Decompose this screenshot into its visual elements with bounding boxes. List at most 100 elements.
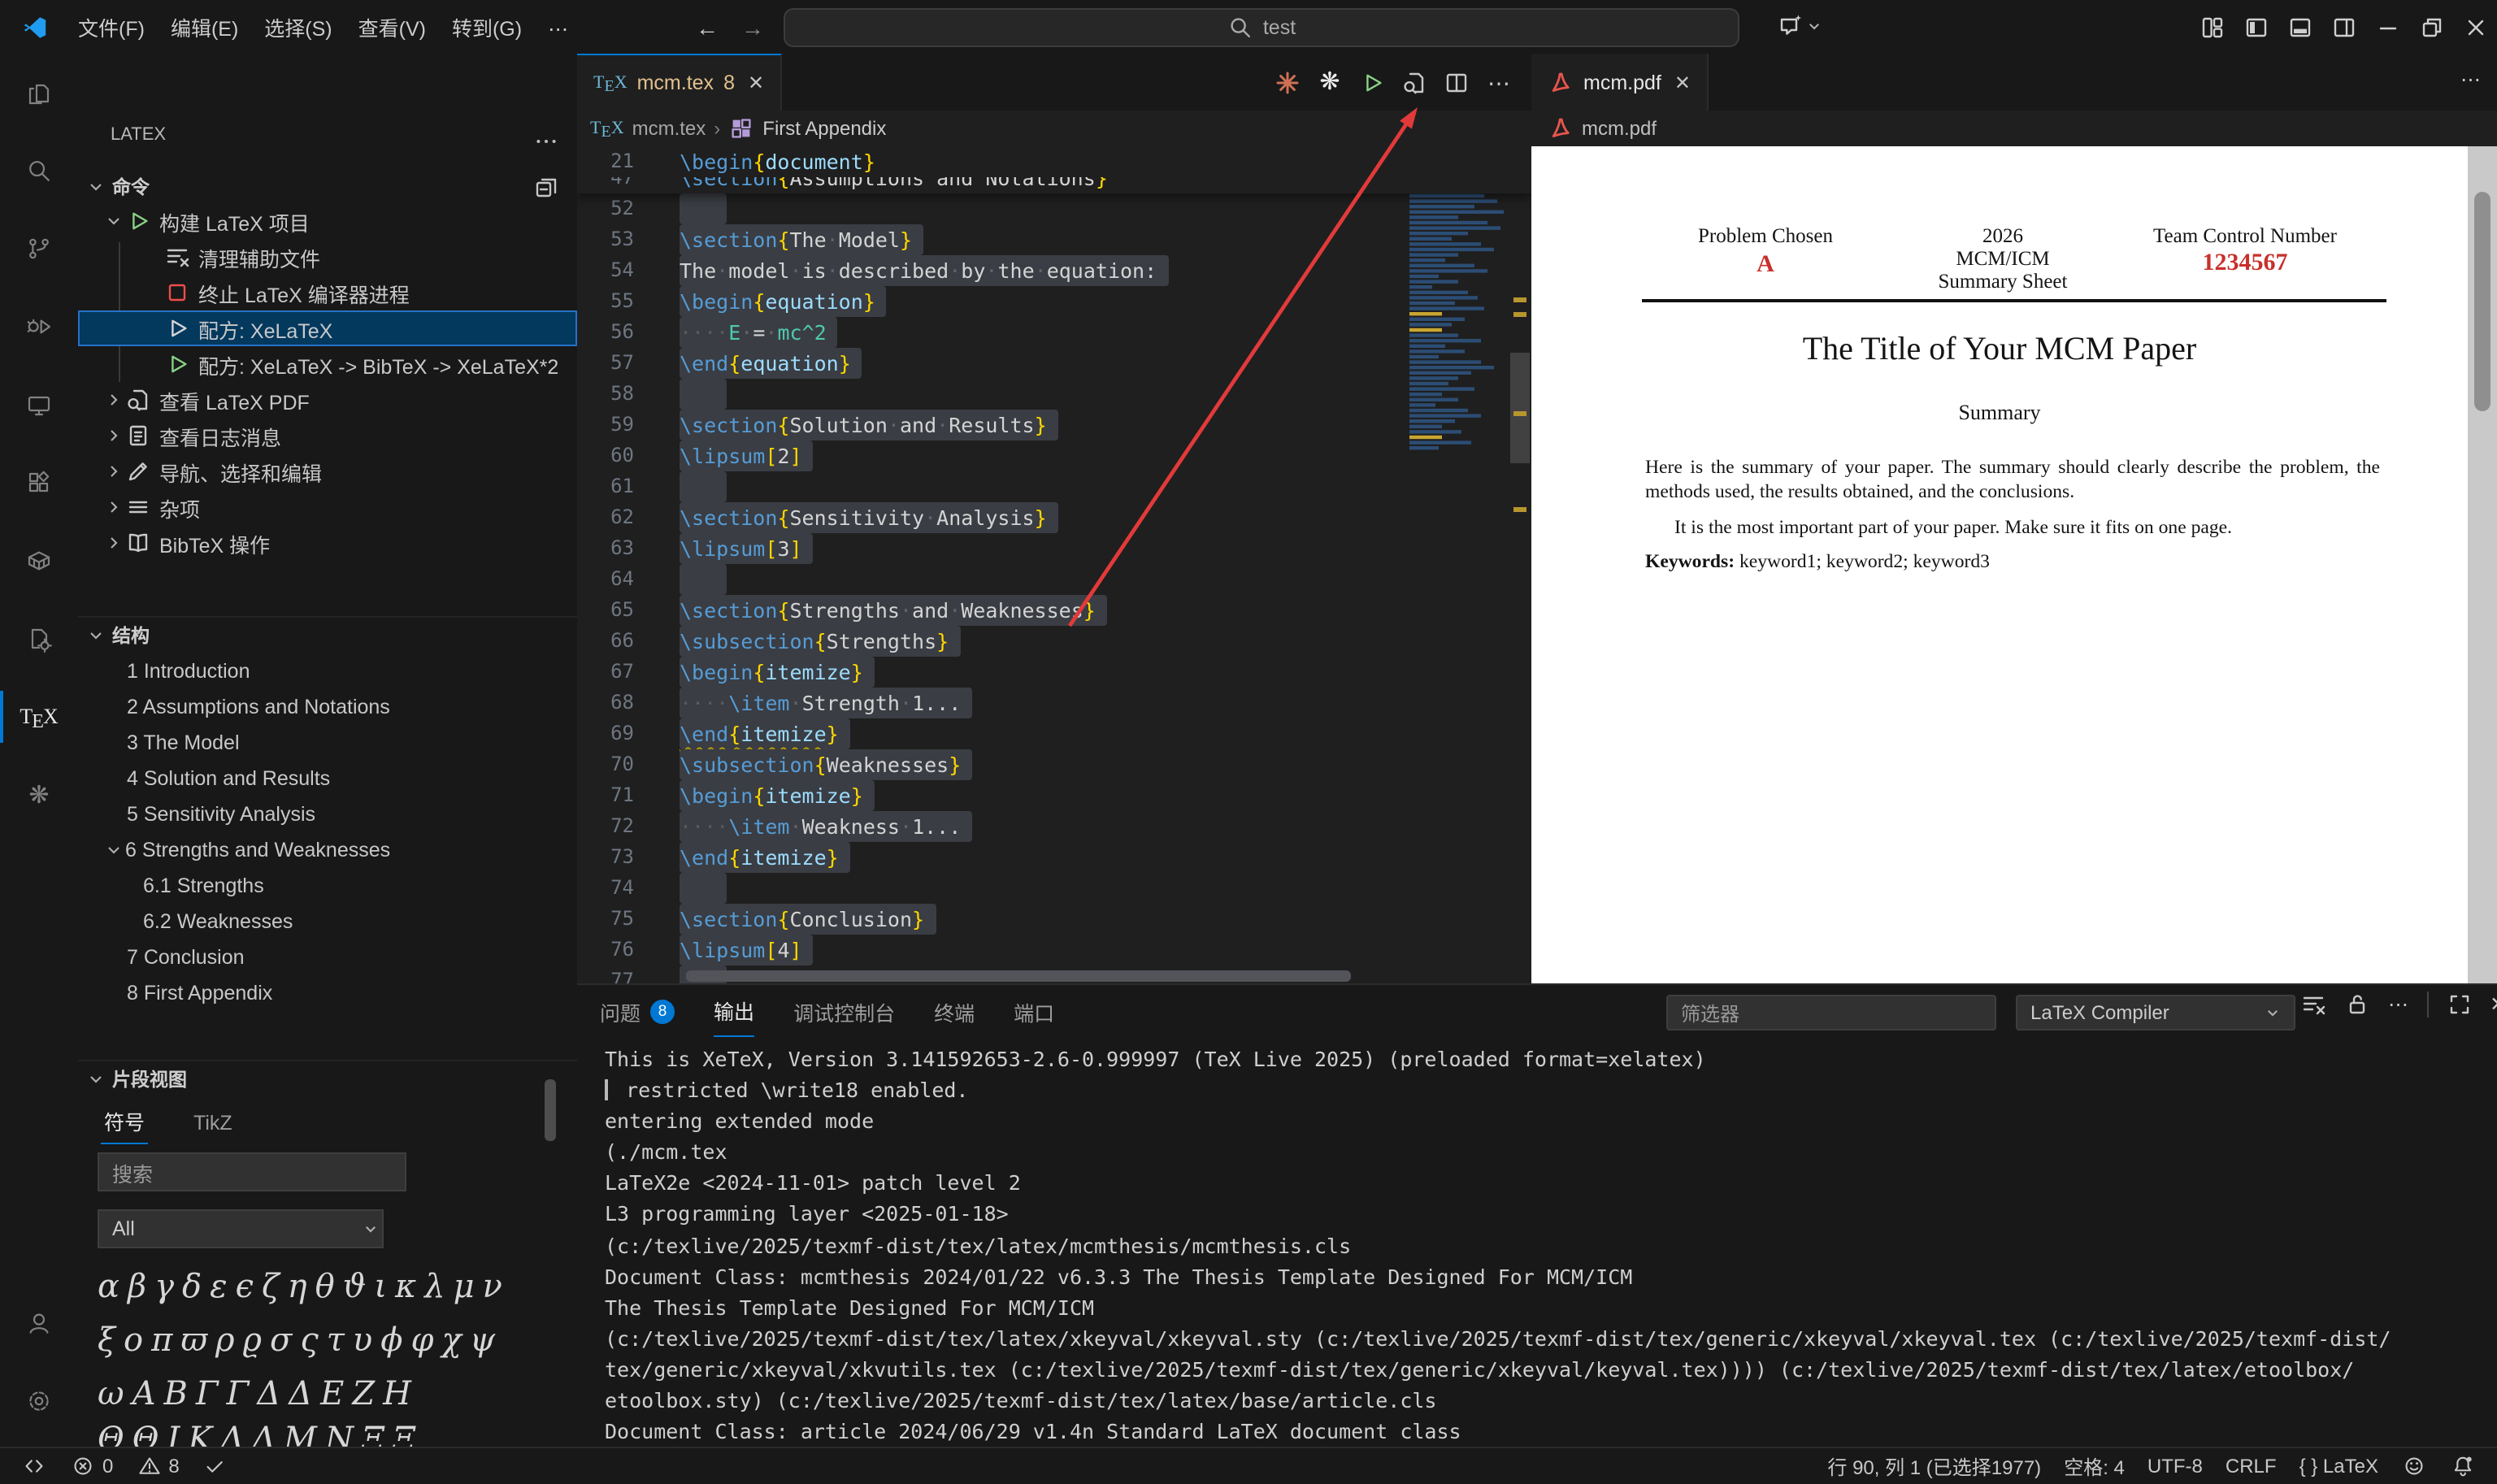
copilot-chat-button[interactable] (1777, 13, 1826, 39)
pdf-preview-page[interactable]: Problem Chosen A 2026 MCM/ICM Summary Sh… (1531, 146, 2468, 983)
code-line[interactable]: 54 The·model·is·described·by·the·equation… (577, 255, 1531, 286)
customize-layout-icon[interactable] (2190, 0, 2234, 54)
section-snippet-view[interactable]: 片段视图 (78, 1060, 577, 1097)
activity-cpp-tools[interactable] (0, 600, 78, 678)
code-line[interactable]: 47 \section{Assumptions and Notations} (577, 177, 1531, 193)
sticky-scroll[interactable]: 21 \begin{document} 47 \section{Assumption… (577, 146, 1531, 193)
tree-item[interactable]: 构建 LaTeX 项目 (78, 203, 577, 239)
tree-item[interactable]: 清理辅助文件 (78, 239, 577, 275)
view-latex-pdf-icon[interactable] (1401, 69, 1427, 95)
code-line[interactable]: 60 \lipsum[2] (577, 440, 1531, 471)
command-center[interactable]: test (784, 8, 1739, 47)
code-line[interactable]: 57 \end{equation} (577, 348, 1531, 379)
code-line[interactable]: 55 \begin{equation} (577, 286, 1531, 317)
clear-output-icon[interactable] (2300, 992, 2326, 1018)
tree-item[interactable]: 终止 LaTeX 编译器进程 (78, 275, 577, 310)
panel-tab-端口[interactable]: 端口 (1014, 986, 1054, 1036)
code-line[interactable]: 58 (577, 379, 1531, 410)
close-panel-icon[interactable]: ✕ (2490, 994, 2497, 1015)
activity-run-and-debug[interactable] (0, 288, 78, 366)
activity-source-control[interactable] (0, 210, 78, 288)
code-line[interactable]: 21 \begin{document} (577, 146, 1531, 177)
menu-item-0[interactable]: 文件(F) (65, 13, 158, 46)
more-actions-icon[interactable]: ⋯ (1486, 69, 1512, 95)
tree-item[interactable]: 1 Introduction (78, 653, 577, 689)
activity-search[interactable] (0, 132, 78, 210)
snippet-category-select[interactable]: All (98, 1209, 384, 1248)
status-format-check[interactable] (194, 1448, 237, 1484)
tab-mcm-tex[interactable]: TEX mcm.tex 8 ✕ (577, 54, 783, 111)
code-line[interactable]: 74 (577, 873, 1531, 904)
code-line[interactable]: 61 (577, 471, 1531, 502)
panel-tab-问题[interactable]: 问题 8 (600, 986, 675, 1036)
tree-item[interactable]: 6.2 Weaknesses (78, 904, 577, 939)
maximize-panel-icon[interactable] (2446, 992, 2472, 1018)
back-icon[interactable]: ← (696, 15, 719, 38)
more-actions-icon[interactable]: ⋯ (2388, 994, 2408, 1015)
section-commands[interactable]: 命令 (78, 169, 577, 205)
minimize-icon[interactable] (2365, 0, 2409, 54)
more-actions-icon[interactable]: ⋯ (2460, 70, 2481, 90)
symbol-row[interactable]: ΘΘIKΛΛMNΞΞ (98, 1419, 553, 1447)
code-line[interactable]: 59 \section{Solution·and·Results} (577, 410, 1531, 440)
section-structure[interactable]: 结构 (78, 616, 577, 653)
tree-item[interactable]: 配方: XeLaTeX -> BibTeX -> XeLaTeX*2 (78, 346, 577, 382)
tree-item[interactable]: 4 Solution and Results (78, 761, 577, 796)
overview-ruler[interactable] (1509, 146, 1531, 983)
code-line[interactable]: 53 \section{The·Model} (577, 224, 1531, 255)
more-actions-icon[interactable] (533, 128, 559, 154)
code-line[interactable]: 70 \subsection{Weaknesses} (577, 749, 1531, 780)
close-icon[interactable]: ✕ (748, 72, 764, 94)
menu-item-2[interactable]: 选择(S) (251, 13, 345, 46)
menu-item-5[interactable]: ⋯ (535, 13, 581, 46)
status-feedback[interactable] (2393, 1448, 2435, 1484)
minimap[interactable] (1408, 146, 1509, 983)
code-line[interactable]: 73 \end{itemize} (577, 842, 1531, 873)
code-line[interactable]: 75 \section{Conclusion} (577, 904, 1531, 935)
pdf-scrollbar[interactable] (2468, 146, 2497, 983)
snippet-scrollbar[interactable] (545, 1079, 556, 1141)
code-line[interactable]: 56 ····E·=·mc^2 (577, 317, 1531, 348)
output-log[interactable]: This is XeTeX, Version 3.141592653-2.6-0… (605, 1044, 2484, 1448)
panel-tab-终端[interactable]: 终端 (934, 986, 975, 1036)
forward-icon[interactable]: → (741, 15, 764, 38)
activity-remote-explorer[interactable] (0, 366, 78, 444)
menu-item-3[interactable]: 查看(V) (345, 13, 439, 46)
status-notifications[interactable] (2442, 1448, 2484, 1484)
code-line[interactable]: 52 (577, 193, 1531, 224)
status-eol[interactable]: CRLF (2217, 1448, 2285, 1484)
pdf-breadcrumb[interactable]: mcm.pdf (1531, 111, 2497, 146)
breadcrumb[interactable]: TEX mcm.tex › First Appendix (577, 111, 1531, 146)
activity-manage[interactable] (0, 1362, 78, 1440)
code-line[interactable]: 68 ····\item·Strength·1... (577, 688, 1531, 718)
code-line[interactable]: 72 ····\item·Weakness·1... (577, 811, 1531, 842)
tree-item[interactable]: 7 Conclusion (78, 939, 577, 975)
symbol-row[interactable]: ωABΓΓΔΔEZH (98, 1373, 553, 1412)
split-editor-icon[interactable] (1444, 69, 1470, 95)
tree-item[interactable]: 杂项 (78, 489, 577, 525)
code-line[interactable]: 65 \section{Strengths·and·Weaknesses} (577, 595, 1531, 626)
symbol-grid[interactable]: αβγδεϵζηθϑικλμν ξοπϖρϱσςτυϕφχψ ωABΓΓΔΔEZH Θ… (98, 1266, 553, 1447)
tree-item[interactable]: 6.1 Strengths (78, 868, 577, 904)
status-indentation[interactable]: 空格: 4 (2056, 1448, 2133, 1484)
build-latex-project-icon[interactable] (1359, 69, 1385, 95)
activity-extensions[interactable] (0, 444, 78, 522)
tree-item[interactable]: 配方: XeLaTeX (78, 310, 577, 346)
vertical-scrollbar[interactable] (1510, 353, 1530, 463)
tree-item[interactable]: 8 First Appendix (78, 975, 577, 1011)
status-encoding[interactable]: UTF-8 (2139, 1448, 2211, 1484)
code-editor[interactable]: 52 53 \section{The·Model} 54 The·model·is·de… (577, 146, 1531, 983)
unlock-icon[interactable] (2344, 992, 2370, 1018)
menu-item-1[interactable]: 编辑(E) (158, 13, 251, 46)
tree-item[interactable]: 5 Sensitivity Analysis (78, 796, 577, 832)
activity-latex-workshop[interactable]: TEX (0, 678, 78, 756)
activity-chatgpt[interactable]: ❋ (0, 756, 78, 834)
tree-item[interactable]: 导航、选择和编辑 (78, 453, 577, 489)
restore-icon[interactable] (2409, 0, 2453, 54)
toggle-sidebar-icon[interactable] (2234, 0, 2278, 54)
close-window-icon[interactable] (2453, 0, 2497, 54)
status-language-mode[interactable]: { } LaTeX (2291, 1448, 2386, 1484)
latex-recipes-icon[interactable] (1275, 69, 1301, 95)
close-icon[interactable]: ✕ (1674, 71, 1691, 93)
symbol-row[interactable]: αβγδεϵζηθϑικλμν (98, 1266, 553, 1305)
